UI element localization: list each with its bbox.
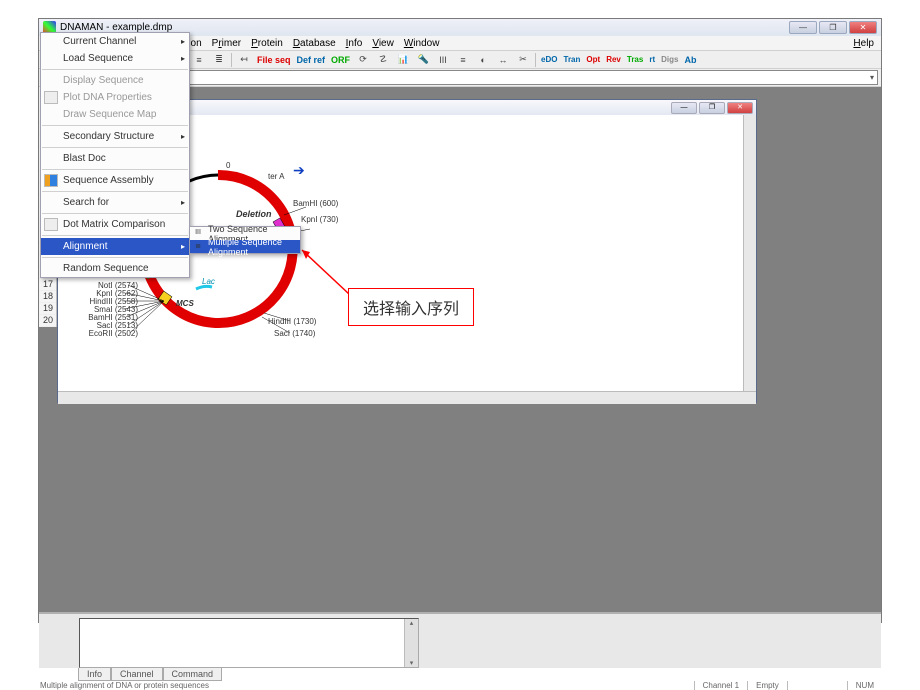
mcs-label: MCS: [176, 299, 194, 308]
menu-item-draw-sequence-map[interactable]: Draw Sequence Map: [41, 106, 189, 123]
zero-label: 0: [226, 161, 230, 170]
submenu-item-multiple-sequence-alignment[interactable]: ≣Multiple Sequence Alignment: [190, 240, 300, 253]
bottom-tabs: Info Channel Command: [78, 668, 222, 681]
doc-vscrollbar[interactable]: [743, 115, 756, 404]
lac-label: Lac: [202, 277, 215, 286]
menu-item-random-sequence[interactable]: Random Sequence: [41, 260, 189, 277]
rev-button[interactable]: Rev: [604, 52, 623, 68]
menu-item-search-for[interactable]: Search for: [41, 194, 189, 211]
assembly-icon: [44, 174, 58, 187]
status-channel: Channel 1: [694, 681, 747, 690]
plasmid-title: Deletion: [236, 209, 272, 219]
tab-info[interactable]: Info: [78, 668, 111, 681]
info-vscrollbar[interactable]: [404, 619, 418, 667]
menu-item-blast-doc[interactable]: Blast Doc: [41, 150, 189, 167]
orf-button[interactable]: ORF: [329, 52, 352, 68]
menu-item-dot-matrix-comparison[interactable]: Dot Matrix Comparison: [41, 216, 189, 233]
status-mode: NUM: [847, 681, 882, 690]
doc-hscrollbar[interactable]: [58, 391, 756, 404]
tab-command[interactable]: Command: [163, 668, 223, 681]
minimize-button[interactable]: —: [789, 21, 817, 34]
circle-icon[interactable]: ◐: [474, 52, 492, 68]
rt-button[interactable]: rt: [647, 52, 657, 68]
menu-help[interactable]: Help: [848, 38, 879, 49]
alignment-submenu: IIITwo Sequence Alignment≣Multiple Seque…: [189, 226, 301, 254]
status-message: Multiple alignment of DNA or protein seq…: [38, 681, 694, 690]
search-icon[interactable]: 🔦: [414, 52, 432, 68]
site-bamhi600: BamHI (600): [293, 199, 338, 208]
menu-view[interactable]: View: [367, 38, 399, 49]
defref-button[interactable]: Def ref: [295, 52, 328, 68]
doc-maximize-button[interactable]: ❐: [699, 102, 725, 114]
chart-icon[interactable]: 📊: [394, 52, 412, 68]
align-center-icon[interactable]: ≣: [210, 52, 228, 68]
dot-icon: [44, 218, 58, 231]
submenu-icon: III: [192, 229, 204, 239]
tab-channel[interactable]: Channel: [111, 668, 163, 681]
tras-button[interactable]: Tras: [625, 52, 645, 68]
tool-icon-2[interactable]: ☡: [374, 52, 392, 68]
scissors-icon[interactable]: ✂: [514, 52, 532, 68]
menu-protein[interactable]: Protein: [246, 38, 288, 49]
site-kpni730: KpnI (730): [301, 215, 338, 224]
align-left-icon[interactable]: ≡: [190, 52, 208, 68]
maximize-button[interactable]: ❐: [819, 21, 847, 34]
menu-primer[interactable]: Primer: [207, 38, 246, 49]
annotation-callout: 选择输入序列: [348, 288, 474, 326]
doc-close-button[interactable]: ✕: [727, 102, 753, 114]
promoter-label: ter A: [268, 172, 284, 181]
menu-info[interactable]: Info: [341, 38, 368, 49]
submenu-icon: ≣: [192, 242, 204, 252]
tool-icon-1[interactable]: ⟳: [354, 52, 372, 68]
menu-database[interactable]: Database: [288, 38, 341, 49]
site-hindiii1730: HindIII (1730): [268, 317, 316, 326]
text-icon[interactable]: III: [434, 52, 452, 68]
fileseq-button[interactable]: File seq: [255, 52, 293, 68]
promoter-arrow-icon: ➔: [293, 162, 305, 179]
bottom-panel: [39, 612, 881, 668]
menu-item-sequence-assembly[interactable]: Sequence Assembly: [41, 172, 189, 189]
menu-item-display-sequence[interactable]: Display Sequence: [41, 72, 189, 89]
status-state: Empty: [747, 681, 787, 690]
sequence-menu: Current ChannelLoad Sequence Display Sequ…: [40, 32, 190, 278]
site-saci1740: SacI (1740): [274, 329, 315, 338]
plot-icon: [44, 91, 58, 104]
channel-dropdown[interactable]: [74, 70, 878, 85]
close-button[interactable]: ✕: [849, 21, 877, 34]
opt-button[interactable]: Opt: [584, 52, 602, 68]
menu-window[interactable]: Window: [399, 38, 445, 49]
tran-button[interactable]: Tran: [562, 52, 583, 68]
doc-minimize-button[interactable]: —: [671, 102, 697, 114]
ab-button[interactable]: Ab: [682, 52, 698, 68]
edo-button[interactable]: eDO: [539, 52, 559, 68]
menu-item-load-sequence[interactable]: Load Sequence: [41, 50, 189, 67]
digs-button[interactable]: Digs: [659, 52, 680, 68]
menu-item-plot-dna-properties[interactable]: Plot DNA Properties: [41, 89, 189, 106]
status-bar: Multiple alignment of DNA or protein seq…: [38, 681, 882, 690]
arrow-icon[interactable]: ↔: [494, 52, 512, 68]
list-icon[interactable]: ≡: [454, 52, 472, 68]
menu-item-current-channel[interactable]: Current Channel: [41, 33, 189, 50]
menu-item-secondary-structure[interactable]: Secondary Structure: [41, 128, 189, 145]
menu-item-alignment[interactable]: Alignment: [41, 238, 189, 255]
arrow-left-icon[interactable]: ↤: [235, 52, 253, 68]
site-ecori2502: EcoRII (2502): [86, 329, 138, 338]
info-panel: [79, 618, 419, 668]
